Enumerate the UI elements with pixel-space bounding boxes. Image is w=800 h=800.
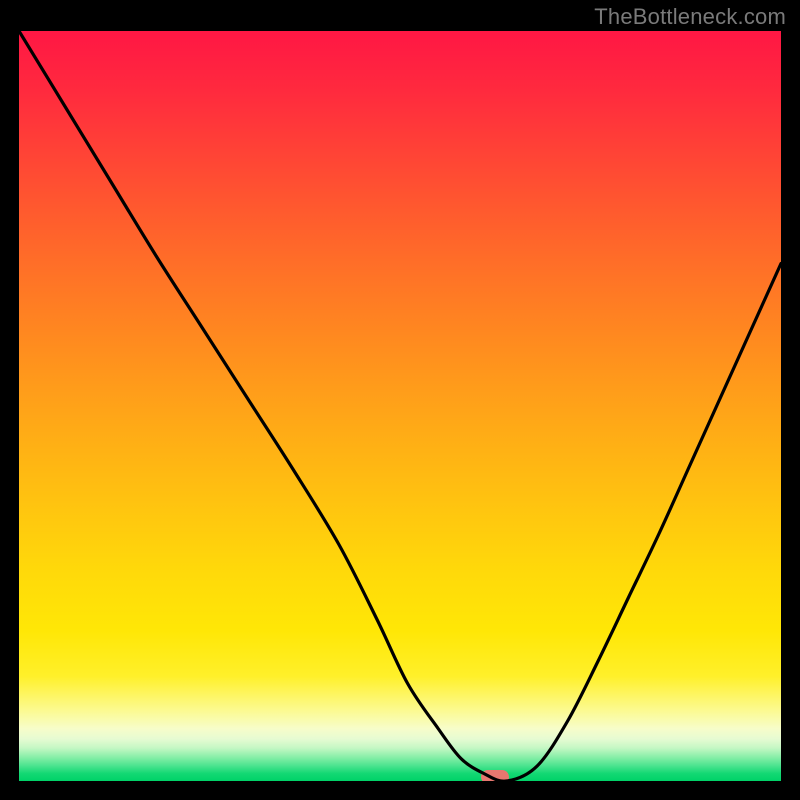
curve-path [19,31,781,781]
bottleneck-curve [19,31,781,781]
watermark-text: TheBottleneck.com [594,4,786,30]
plot-area [19,31,781,781]
chart-frame: TheBottleneck.com [0,0,800,800]
